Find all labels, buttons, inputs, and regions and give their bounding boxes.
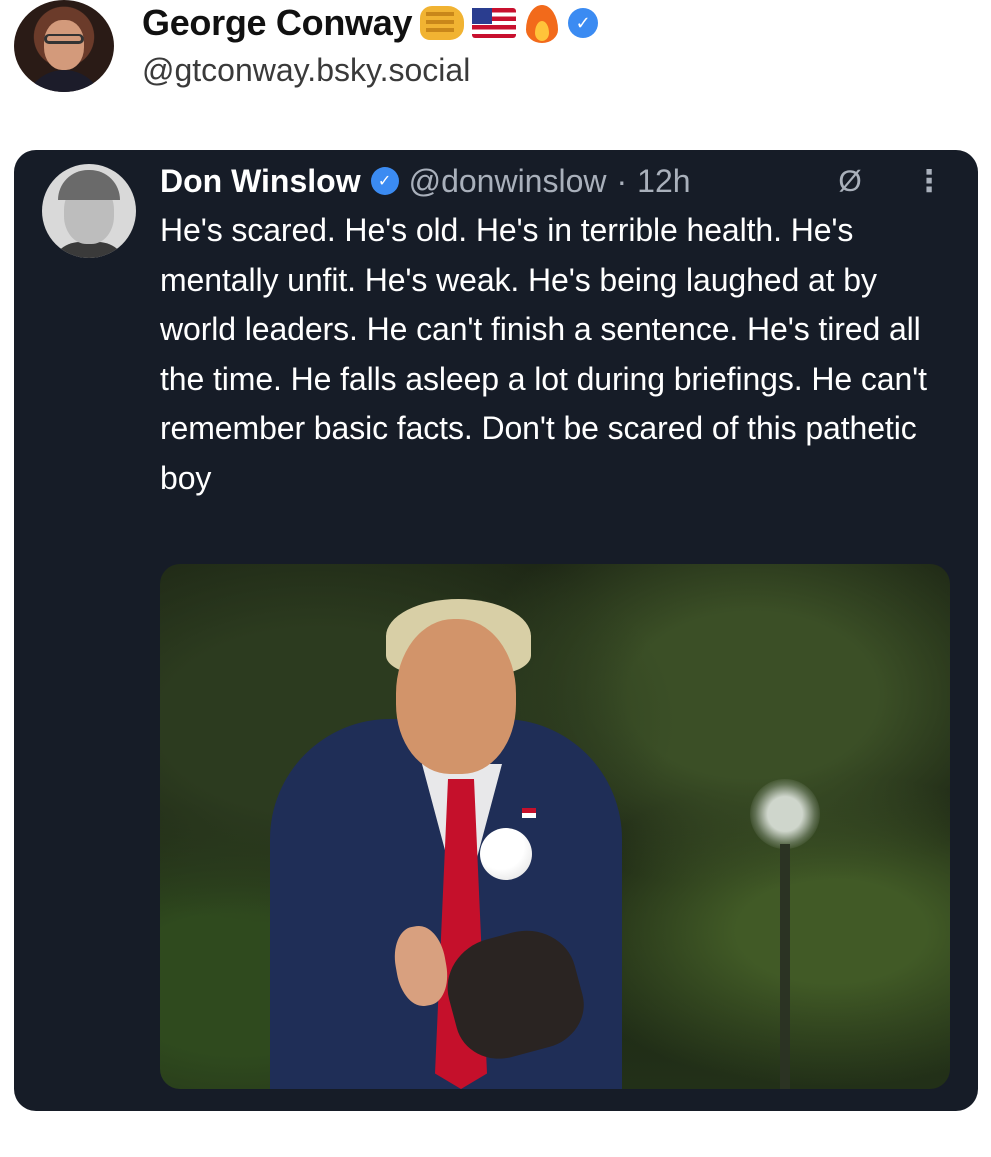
quoted-post-text: He's scared. He's old. He's in terrible … [160,212,927,496]
quoted-author-name[interactable]: Don Winslow [160,163,361,200]
author-avatar[interactable] [14,0,114,92]
post-timestamp[interactable]: 12h [637,163,690,200]
avatar-glasses [44,34,84,44]
avatar-suit [24,70,104,92]
author-name[interactable]: George Conway [142,2,412,44]
flexed-fist-emoji-icon [420,6,465,40]
quoted-post-header: Don Winslow ✓ @donwinslow · 12h [160,158,691,204]
quoted-author-handle[interactable]: @donwinslow [409,163,607,200]
author-name-row: George Conway ✓ [142,0,599,46]
post-separator: · [616,162,628,199]
more-options-icon[interactable]: ⋮ [914,164,944,204]
author-handle[interactable]: @gtconway.bsky.social [142,52,470,89]
avatar-face [44,20,84,70]
avatar-shirt [50,242,128,258]
us-flag-emoji-icon [472,8,517,38]
grok-icon[interactable]: Ø [832,164,868,200]
quoted-author-avatar[interactable] [42,164,136,258]
post-photo[interactable] [160,564,950,1089]
quoted-post-card[interactable]: Don Winslow ✓ @donwinslow · 12h Ø ⋮ He's… [14,150,978,1111]
flag-pin [522,808,536,818]
baseball [480,828,532,880]
fire-emoji-icon [524,3,560,43]
verified-badge-icon[interactable]: ✓ [568,8,599,38]
lamp-light [750,779,820,849]
verified-badge-icon: ✓ [370,167,399,195]
lamp-post [780,844,790,1089]
avatar-hair [58,170,120,200]
person-face [396,619,516,774]
